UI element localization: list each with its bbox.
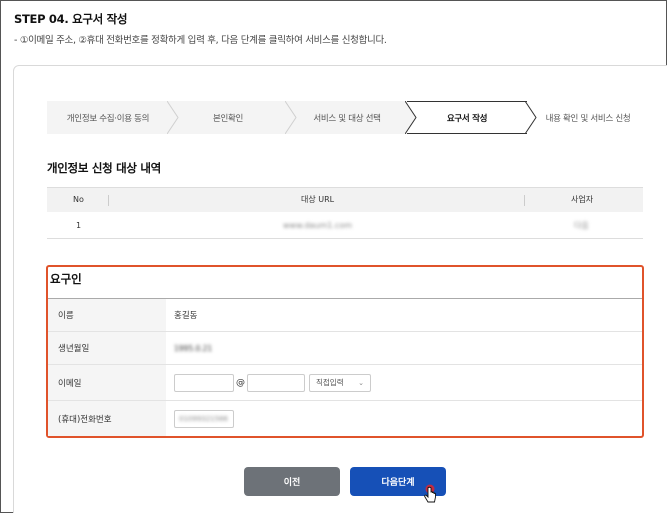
- table-row: 1 www.daum1.com 다음: [47, 212, 643, 239]
- name-label: 이름: [48, 299, 166, 331]
- column-divider: [108, 195, 109, 206]
- step-separator-icon: [167, 101, 179, 134]
- column-header-url: 대상 URL: [301, 195, 335, 204]
- name-value: 홍길동: [174, 311, 198, 321]
- target-section-title: 개인정보 신청 대상 내역: [47, 161, 161, 175]
- chevron-down-icon: ⌄: [358, 378, 364, 387]
- requester-email-row: 이메일 @ 직접입력 ⌄: [48, 365, 642, 401]
- birth-value: 1995.0.21: [174, 343, 213, 353]
- step-confirm: 내용 확인 및 서비스 신청: [527, 101, 641, 134]
- email-domain-input[interactable]: [247, 373, 305, 392]
- phone-field-wrap: 01099321566: [174, 401, 234, 436]
- birth-label: 생년월일: [48, 332, 166, 364]
- progress-steps: 개인정보 수집·이용 동의 본인확인 서비스 및 대상 선택 요구서 작성 내용…: [47, 101, 641, 134]
- phone-value: 01099321566: [179, 414, 228, 423]
- email-id-input[interactable]: [174, 373, 234, 392]
- column-divider: [524, 195, 525, 206]
- hand-cursor-icon: [424, 484, 436, 503]
- row-no: 1: [76, 221, 82, 230]
- column-header-no: No: [73, 195, 84, 204]
- email-at-sign: @: [236, 377, 245, 388]
- step-separator-icon: [285, 101, 297, 134]
- column-header-company: 사업자: [571, 195, 594, 204]
- requester-name-row: 이름 홍길동: [48, 299, 642, 332]
- requester-phone-row: (휴대)전화번호 01099321566: [48, 401, 642, 436]
- step-label: 본인확인: [212, 113, 244, 124]
- requester-section: 요구인 이름 홍길동 생년월일 1995.0.21 이메일 @ 직접입력 ⌄ (…: [46, 265, 644, 438]
- email-select-value: 직접입력: [316, 378, 344, 387]
- email-domain-select[interactable]: 직접입력 ⌄: [309, 373, 371, 392]
- requester-title: 요구인: [50, 272, 82, 286]
- email-label: 이메일: [48, 365, 166, 400]
- phone-label: (휴대)전화번호: [48, 401, 166, 436]
- step-separator-icon: [525, 101, 537, 134]
- step-label: 서비스 및 대상 선택: [313, 113, 381, 124]
- row-company: 다음: [574, 221, 589, 230]
- step-separator-icon: [405, 101, 417, 134]
- step-label: 내용 확인 및 서비스 신청: [545, 113, 631, 124]
- step-consent: 개인정보 수집·이용 동의: [47, 101, 179, 134]
- row-url: www.daum1.com: [283, 221, 352, 230]
- page-description: - ①이메일 주소, ②휴대 전화번호를 정확하게 입력 후, 다음 단계를 클…: [14, 35, 387, 46]
- step-label: 요구서 작성: [446, 113, 488, 124]
- email-fields: @ 직접입력 ⌄: [174, 365, 371, 400]
- step-identity: 본인확인: [169, 101, 297, 134]
- requester-birth-row: 생년월일 1995.0.21: [48, 332, 642, 365]
- phone-input[interactable]: 01099321566: [174, 409, 234, 428]
- step-label: 개인정보 수집·이용 동의: [66, 113, 150, 124]
- step-request-form: 요구서 작성: [407, 101, 537, 134]
- prev-button[interactable]: 이전: [244, 467, 340, 496]
- target-table-header: No 대상 URL 사업자: [47, 187, 643, 212]
- page-title: STEP 04. 요구서 작성: [14, 12, 128, 26]
- step-service-select: 서비스 및 대상 선택: [287, 101, 417, 134]
